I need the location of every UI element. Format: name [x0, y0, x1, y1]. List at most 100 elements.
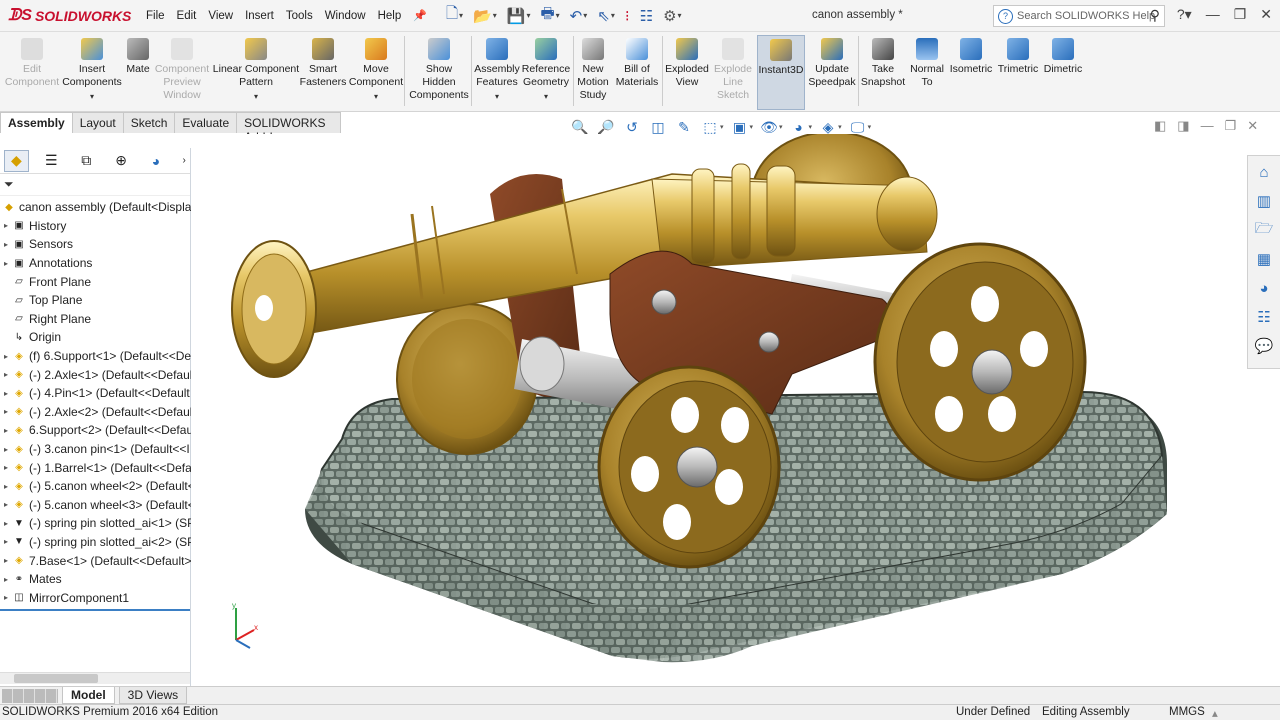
display-manager-tab-icon[interactable]: ◕ — [144, 150, 169, 172]
tree-item[interactable]: ▸ ◈ 7.Base<1> (Default<<Default> — [0, 551, 191, 570]
trimetric-button[interactable]: Trimetric — [995, 38, 1041, 76]
viewport-tile2-icon[interactable]: ◨ — [1177, 118, 1189, 134]
graphics-area[interactable] — [192, 131, 1246, 686]
open-folder-icon[interactable]: 📂 ▾ — [470, 4, 500, 28]
help-dropdown-icon[interactable]: ?▾ — [1177, 6, 1192, 23]
isometric-button[interactable]: Isometric — [948, 38, 994, 76]
search-icon[interactable]: ⚲ — [1150, 7, 1160, 24]
tree-root[interactable]: ◆ canon assembly (Default<Display — [0, 198, 191, 217]
tree-item[interactable]: ▸ ▣ History — [0, 217, 191, 236]
view-palette-icon[interactable]: ▦ — [1250, 246, 1278, 272]
menu-help[interactable]: Help — [372, 10, 408, 22]
new-document-icon[interactable]: 🗋 ▾ — [443, 4, 466, 28]
file-properties-icon[interactable]: ☷ — [637, 4, 656, 28]
expand-arrow-icon[interactable]: ▸ — [0, 445, 12, 454]
close-icon[interactable]: ✕ — [1260, 6, 1272, 23]
pin-icon[interactable]: 📌 — [413, 9, 427, 22]
expand-arrow-icon[interactable]: ▸ — [0, 221, 12, 230]
expand-arrow-icon[interactable]: ▸ — [0, 556, 12, 565]
options-gear-icon[interactable]: ⚙ ▾ — [660, 4, 684, 28]
expand-arrow-icon[interactable]: ▸ — [0, 407, 12, 416]
tab-model[interactable]: Model — [62, 687, 115, 704]
tab-evaluate[interactable]: Evaluate — [174, 112, 238, 133]
status-units[interactable]: MMGS — [1169, 706, 1205, 718]
save-icon[interactable]: 💾 ▾ — [504, 4, 534, 28]
property-manager-tab-icon[interactable]: ☰ — [39, 150, 64, 172]
smart-fasteners-button[interactable]: Smart Fasteners — [300, 38, 346, 89]
tree-filter[interactable]: ⏷ — [0, 174, 190, 196]
mate-button[interactable]: Mate — [124, 38, 152, 76]
update-speedpak-button[interactable]: Update Speedpak — [808, 38, 856, 89]
expand-arrow-icon[interactable]: ▸ — [0, 500, 12, 509]
minimize-icon[interactable]: — — [1206, 6, 1220, 23]
menu-tools[interactable]: Tools — [280, 10, 319, 22]
rebuild-icon[interactable]: ⁝ — [622, 4, 633, 28]
dimetric-button[interactable]: Dimetric — [1041, 38, 1085, 76]
select-arrow-icon[interactable]: ⇖ ▾ — [594, 4, 618, 28]
expand-arrow-icon[interactable]: ▸ — [0, 463, 12, 472]
tab-layout[interactable]: Layout — [71, 112, 124, 133]
undo-icon[interactable]: ↶ ▾ — [567, 4, 591, 28]
menu-file[interactable]: File — [140, 10, 171, 22]
configuration-manager-tab-icon[interactable]: ⧉ — [74, 150, 99, 172]
take-snapshot-button[interactable]: Take Snapshot — [860, 38, 906, 89]
tree-item[interactable]: ↳ Origin — [0, 328, 191, 347]
design-library-icon[interactable]: ▥ — [1250, 188, 1278, 214]
print-icon[interactable]: 🖶 ▾ — [537, 4, 562, 28]
expand-tabs-chevron-icon[interactable]: › — [178, 150, 190, 172]
expand-arrow-icon[interactable]: ▸ — [0, 389, 12, 398]
solidworks-resources-home-icon[interactable]: ⌂ — [1250, 159, 1278, 185]
tree-item[interactable]: ▸ ▣ Sensors — [0, 235, 191, 254]
solidworks-logo[interactable]: ᗫS SOLIDWORKS — [0, 0, 140, 32]
tree-item[interactable]: ▸ ◈ (-) 1.Barrel<1> (Default<<Defa — [0, 458, 191, 477]
exploded-view-button[interactable]: Exploded View — [664, 38, 710, 89]
tree-horizontal-scrollbar[interactable] — [0, 672, 190, 684]
cannon-model[interactable] — [192, 131, 1246, 686]
tree-item[interactable]: ▸ ◈ (-) 5.canon wheel<2> (Default< — [0, 477, 191, 496]
expand-arrow-icon[interactable]: ▸ — [0, 537, 12, 546]
restore-icon[interactable]: ❐ — [1234, 6, 1247, 23]
expand-arrow-icon[interactable]: ▸ — [0, 519, 12, 528]
viewport-close-icon[interactable]: ✕ — [1247, 118, 1258, 134]
tree-item[interactable]: ▸ ◫ MirrorComponent1 — [0, 588, 191, 607]
explode-line-sketch-button[interactable]: Explode Line Sketch — [712, 38, 754, 102]
show-hidden-components-button[interactable]: Show Hidden Components — [408, 38, 470, 102]
expand-arrow-icon[interactable]: ▸ — [0, 426, 12, 435]
insert-components-button[interactable]: Insert Components ▾ — [62, 38, 122, 103]
viewport-restore-icon[interactable]: ❐ — [1225, 118, 1237, 134]
menu-view[interactable]: View — [202, 10, 239, 22]
linear-pattern-button[interactable]: Linear Component Pattern ▾ — [212, 38, 300, 103]
tree-item[interactable]: ▸ ◈ (-) 4.Pin<1> (Default<<Default — [0, 384, 191, 403]
custom-properties-icon[interactable]: ☷ — [1250, 304, 1278, 330]
tab-3d-views[interactable]: 3D Views — [118, 687, 188, 704]
forum-chat-icon[interactable]: 💬 — [1250, 333, 1278, 359]
tree-item[interactable]: ▸ ◈ (-) 3.canon pin<1> (Default<<I — [0, 440, 191, 459]
tab-addins[interactable]: SOLIDWORKS Add-Ins — [236, 112, 341, 144]
expand-arrow-icon[interactable]: ▸ — [0, 575, 12, 584]
expand-arrow-icon[interactable]: ▸ — [0, 240, 12, 249]
file-explorer-icon[interactable]: 🗁 — [1250, 217, 1278, 243]
appearances-scenes-icon[interactable]: ◕ — [1250, 275, 1278, 301]
expand-arrow-icon[interactable]: ▸ — [0, 259, 12, 268]
tree-item[interactable]: ▸ ◈ (-) 2.Axle<2> (Default<<Default — [0, 403, 191, 422]
dimxpert-tab-icon[interactable]: ⊕ — [109, 150, 134, 172]
viewport-minimize-icon[interactable]: — — [1201, 118, 1214, 134]
bill-of-materials-button[interactable]: Bill of Materials — [614, 38, 660, 89]
tree-item[interactable]: ▸ ◈ 6.Support<2> (Default<<Defau — [0, 421, 191, 440]
tree-item[interactable]: ▱ Front Plane — [0, 272, 191, 291]
menu-window[interactable]: Window — [319, 10, 372, 22]
reference-geometry-button[interactable]: Reference Geometry ▾ — [522, 38, 570, 103]
tree-item[interactable]: ▸ ▼ (-) spring pin slotted_ai<2> (SP — [0, 533, 191, 552]
tree-item[interactable]: ▸ ▼ (-) spring pin slotted_ai<1> (SP — [0, 514, 191, 533]
scrollbar-thumb[interactable] — [14, 674, 98, 683]
menu-insert[interactable]: Insert — [239, 10, 280, 22]
tab-navigation-arrows[interactable] — [2, 688, 58, 703]
tree-item[interactable]: ▸ ▣ Annotations — [0, 254, 191, 273]
expand-arrow-icon[interactable]: ▸ — [0, 352, 12, 361]
viewport-tile-icon[interactable]: ◧ — [1154, 118, 1166, 134]
assembly-features-button[interactable]: Assembly Features ▾ — [474, 38, 520, 103]
tree-item[interactable]: ▱ Right Plane — [0, 310, 191, 329]
move-component-button[interactable]: Move Component ▾ — [349, 38, 403, 103]
tree-item[interactable]: ▸ ◈ (-) 2.Axle<1> (Default<<Default — [0, 365, 191, 384]
tree-item[interactable]: ▸ ◈ (-) 5.canon wheel<3> (Default< — [0, 496, 191, 515]
